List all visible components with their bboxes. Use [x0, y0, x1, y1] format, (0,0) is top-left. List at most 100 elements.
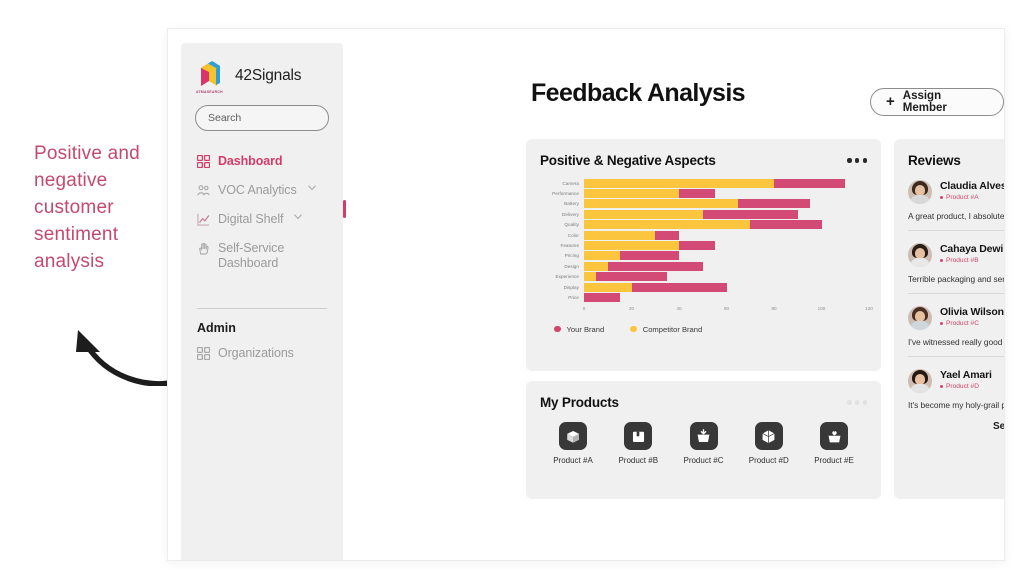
chart-category-label: Price	[568, 294, 579, 300]
product-item[interactable]: Product #D	[740, 422, 798, 465]
chart-bar-negative	[595, 272, 668, 282]
sidebar-item-self-service-dashboard[interactable]: Self-Service Dashboard	[181, 234, 343, 278]
positive-negative-aspects-card: Positive & Negative Aspects Camera Perfor…	[526, 139, 881, 371]
people-icon	[197, 185, 210, 196]
chart-bar-track	[584, 189, 869, 199]
sidebar-item-label: VOC Analytics	[218, 183, 297, 197]
main-content: Feedback Analysis + Assign Member Claudi…	[354, 29, 1004, 560]
chart-bar-negative	[679, 241, 715, 251]
chart-category-label: Pricing	[564, 253, 579, 259]
sidebar-item-digital-shelf[interactable]: Digital Shelf	[181, 205, 343, 234]
chart-bar-track	[584, 178, 869, 188]
chart-bar-track	[584, 209, 869, 219]
chart-x-tick: 0	[582, 305, 586, 311]
chart-category-label: Design	[564, 263, 579, 269]
product-label: Product #C	[683, 456, 724, 465]
chart-category-label: Quality	[564, 222, 579, 228]
sidebar-item-label: Dashboard	[218, 154, 283, 168]
chart-x-tick: 40	[676, 305, 682, 311]
chart-category-label: Battery	[564, 201, 579, 207]
product-label: Product #E	[814, 456, 854, 465]
see-all-button[interactable]: See All	[894, 421, 1004, 432]
admin-section-title: Admin	[197, 321, 236, 335]
chart-legend: Your Brand Competitor Brand	[554, 325, 869, 334]
chart-bar-negative	[584, 292, 620, 302]
legend-label: Competitor Brand	[642, 324, 703, 334]
chart-bar-row: Features	[538, 240, 869, 251]
chart-bar-row: Display	[538, 282, 869, 292]
chart-bar-positive	[584, 178, 774, 188]
chevron-down-icon	[294, 214, 303, 220]
sidebar-item-dashboard[interactable]: Dashboard	[181, 147, 343, 176]
ellipsis-icon[interactable]	[847, 400, 867, 405]
chart-bar-negative	[655, 230, 679, 240]
chart-bar-track	[584, 230, 869, 240]
review-item[interactable]: Cahaya DewiProduct #B★★★★★5 min agoTerri…	[894, 231, 1005, 284]
brand-tagline: ATMASEARCH	[196, 90, 223, 94]
chart-bar-negative	[702, 209, 798, 219]
sidebar-item-organizations[interactable]: Organizations	[181, 339, 343, 368]
legend-item: Your Brand	[554, 325, 604, 334]
screenshot-root: Positive and negative customer sentiment…	[0, 0, 1024, 576]
chart-x-tick: 60	[723, 305, 730, 311]
reviews-card: Reviews Claudia AlvesProduct #A★★★★★2 mi…	[894, 139, 1005, 499]
chart-bar-positive	[584, 241, 679, 251]
search-box[interactable]	[195, 105, 343, 131]
annotation-arrow-icon	[76, 330, 176, 386]
chart-bar-track	[584, 251, 869, 261]
product-item[interactable]: Product #E	[805, 422, 863, 465]
hand-icon	[199, 242, 209, 255]
chart-bar-row: Delivery	[538, 209, 869, 219]
chart-category-label: Performance	[552, 191, 579, 197]
chart-bar-track	[584, 272, 869, 282]
review-product-label: Product #D	[946, 383, 979, 390]
chart-bar-positive	[584, 199, 739, 209]
tag-dot-icon	[940, 196, 943, 199]
review-product-tag: Product #D	[940, 383, 1004, 390]
product-item[interactable]: Product #A	[544, 422, 602, 465]
chart-card-title: Positive & Negative Aspects	[540, 153, 716, 168]
avatar	[908, 180, 932, 204]
chart-bar-negative	[619, 251, 679, 261]
legend-swatch	[630, 325, 637, 333]
review-text: It's become my holy-grail product. I use…	[908, 400, 1004, 410]
chart-bar-negative	[774, 178, 846, 188]
chart-line-icon	[197, 213, 210, 226]
sidebar: ATMASEARCH 42Signals Search Dashboard VO…	[181, 43, 346, 560]
chart-category-label: Experience	[555, 274, 579, 280]
legend-swatch	[554, 325, 561, 333]
review-text: Terrible packaging and service. Please d…	[908, 274, 1005, 284]
box-cut-icon	[624, 422, 653, 450]
assign-member-button[interactable]: + Assign Member	[870, 88, 1004, 116]
review-item[interactable]: Claudia AlvesProduct #A★★★★★2 min agoA g…	[894, 168, 1005, 221]
reviewer-name: Cahaya Dewi	[940, 243, 1004, 255]
open-box-icon	[559, 422, 587, 450]
review-text: A great product, I absolutely LOVE it	[908, 211, 1005, 221]
legend-label: Your Brand	[566, 324, 605, 334]
sidebar-item-label: Self-Service Dashboard	[218, 241, 285, 270]
product-label: Product #D	[748, 456, 789, 465]
chevron-down-icon	[307, 185, 316, 191]
chart-bar-positive	[584, 189, 679, 199]
review-item[interactable]: Yael AmariProduct #D★★★★★9 min agoIt's b…	[894, 357, 1004, 410]
chart-x-tick: 120	[865, 305, 873, 311]
chart-bar-negative	[607, 261, 703, 271]
review-product-label: Product #A	[946, 194, 979, 201]
product-label: Product #A	[553, 456, 593, 465]
search-input[interactable]	[208, 112, 343, 124]
sidebar-item-voc-analytics[interactable]: VOC Analytics	[181, 176, 343, 205]
chart-bar-row: Color	[538, 230, 869, 240]
chart-bar-negative	[750, 220, 822, 230]
product-item[interactable]: Product #B	[609, 422, 667, 465]
chart-category-label: Camera	[562, 180, 579, 186]
review-item[interactable]: Olivia WilsonProduct #C★★★★★7 min agoI'v…	[894, 294, 1004, 347]
chart-bar-track	[584, 261, 869, 271]
chart-category-label: Delivery	[562, 211, 579, 217]
box-download-icon	[689, 422, 718, 450]
product-item[interactable]: Product #C	[675, 422, 733, 465]
ellipsis-icon[interactable]	[847, 158, 867, 163]
avatar	[908, 369, 932, 393]
chart-bar-track	[584, 282, 869, 292]
chart-x-tick: 100	[817, 305, 826, 311]
chart-bar-negative	[631, 282, 727, 292]
